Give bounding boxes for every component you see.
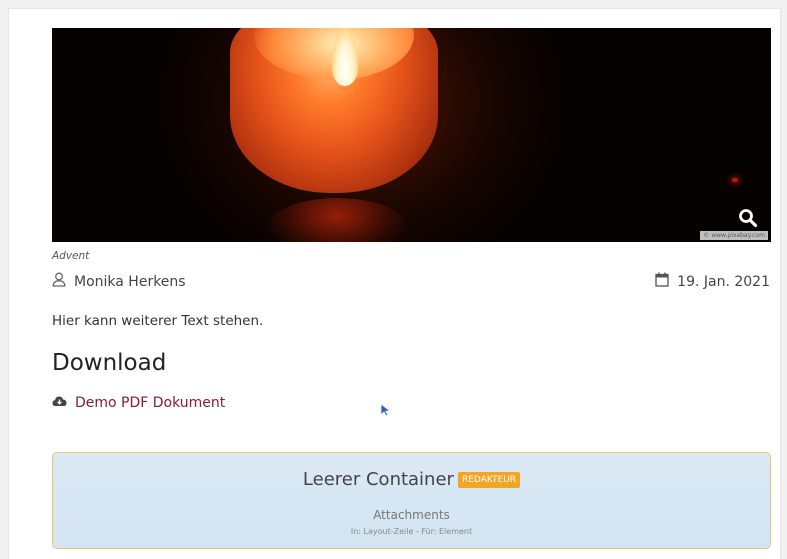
mouse-cursor-icon bbox=[380, 402, 392, 421]
image-caption: Advent bbox=[52, 250, 90, 262]
author-meta: Monika Herkens bbox=[52, 272, 186, 291]
search-icon[interactable] bbox=[736, 206, 760, 230]
container-subtitle: Attachments bbox=[373, 508, 450, 522]
image-credit: © www.pixabay.com bbox=[700, 231, 768, 240]
download-heading: Download bbox=[52, 350, 167, 376]
user-icon bbox=[52, 272, 66, 291]
author-name: Monika Herkens bbox=[74, 273, 186, 290]
article-image[interactable]: © www.pixabay.com bbox=[52, 28, 771, 242]
empty-container[interactable]: Leerer Container REDAKTEUR Attachments In… bbox=[52, 452, 771, 549]
ember-light bbox=[732, 178, 738, 182]
download-item[interactable]: Demo PDF Dokument bbox=[52, 395, 225, 411]
container-details: In: Layout-Zeile - Für: Element bbox=[350, 527, 473, 536]
body-text: Hier kann weiterer Text stehen. bbox=[52, 313, 264, 329]
container-title-text: Leerer Container bbox=[302, 469, 454, 490]
page: © www.pixabay.com Advent Monika Herkens … bbox=[8, 8, 781, 559]
role-badge: REDAKTEUR bbox=[457, 472, 521, 488]
date-meta: 19. Jan. 2021 bbox=[655, 272, 770, 291]
demo-pdf-link[interactable]: Demo PDF Dokument bbox=[75, 395, 225, 411]
publish-date: 19. Jan. 2021 bbox=[677, 273, 770, 290]
cloud-download-icon bbox=[52, 395, 67, 411]
container-title: Leerer Container REDAKTEUR bbox=[53, 469, 770, 490]
calendar-icon bbox=[655, 272, 669, 291]
